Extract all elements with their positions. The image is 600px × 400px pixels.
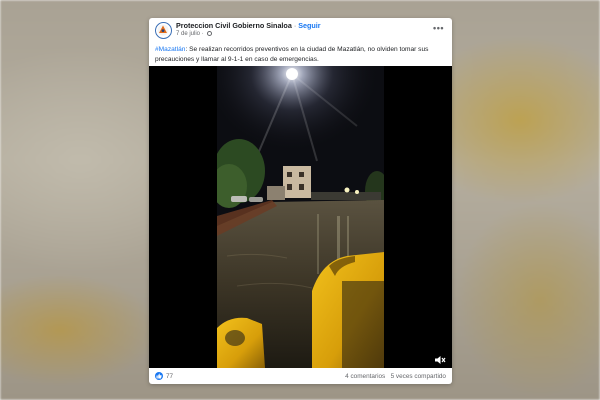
page-avatar[interactable] xyxy=(155,22,172,39)
date-separator: · xyxy=(201,31,204,37)
page-name[interactable]: Proteccion Civil Gobierno Sinaloa xyxy=(176,21,292,30)
post-meta: 7 de julio · xyxy=(176,31,213,37)
comments-count[interactable]: 4 comentarios xyxy=(345,373,385,380)
follow-button[interactable]: Seguir xyxy=(298,21,320,30)
volume-muted-icon xyxy=(435,356,446,364)
more-horizontal-icon: ••• xyxy=(433,23,444,33)
more-options-button[interactable]: ••• xyxy=(433,23,444,33)
video-player[interactable] xyxy=(149,66,452,368)
mute-button[interactable] xyxy=(434,352,446,364)
post-header: Proteccion Civil Gobierno Sinaloa · Segu… xyxy=(149,18,452,42)
video-frame[interactable] xyxy=(217,66,384,368)
facebook-post-card: Proteccion Civil Gobierno Sinaloa · Segu… xyxy=(149,18,452,384)
post-caption: #Mazatlán: Se realizan recorridos preven… xyxy=(155,45,447,65)
engagement-stats: 4 comentarios 5 veces compartido xyxy=(345,373,446,380)
like-count[interactable]: 77 xyxy=(166,373,173,380)
like-reaction-badge[interactable] xyxy=(155,372,163,380)
flooded-street-scene xyxy=(217,66,384,368)
name-separator: · xyxy=(293,21,297,30)
page-name-line: Proteccion Civil Gobierno Sinaloa · Segu… xyxy=(176,21,321,30)
post-footer: 77 4 comentarios 5 veces compartido xyxy=(149,369,452,384)
hashtag-link[interactable]: #Mazatlán xyxy=(155,46,185,53)
thumbs-up-icon xyxy=(156,373,162,379)
shares-count[interactable]: 5 veces compartido xyxy=(391,373,446,380)
caption-text: : Se realizan recorridos preventivos en … xyxy=(155,46,429,63)
globe-icon xyxy=(207,31,213,36)
post-date[interactable]: 7 de julio xyxy=(176,31,200,37)
civil-protection-logo-icon xyxy=(157,24,169,36)
